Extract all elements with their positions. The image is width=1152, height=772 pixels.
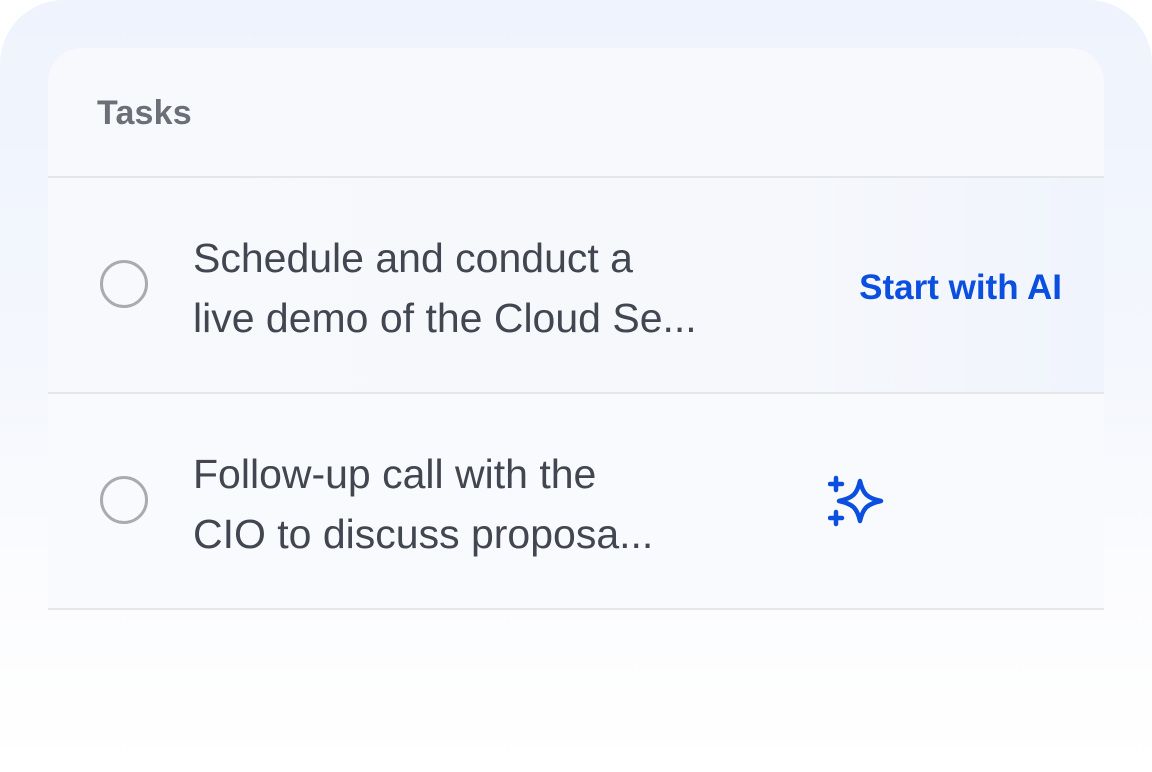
tasks-card-header: Tasks <box>48 48 1104 178</box>
task-complete-radio[interactable] <box>100 260 148 308</box>
sparkle-icon[interactable] <box>828 472 888 532</box>
task-title[interactable]: Follow-up call with the CIO to discuss p… <box>193 444 753 564</box>
task-title-line: Follow-up call with the <box>193 451 597 497</box>
task-title-line: live demo of the Cloud Se... <box>193 295 697 341</box>
start-with-ai-button[interactable]: Start with AI <box>859 268 1062 308</box>
tasks-card: Tasks Schedule and conduct a live demo o… <box>48 48 1104 610</box>
task-row[interactable]: Follow-up call with the CIO to discuss p… <box>48 394 1104 610</box>
task-title-line: CIO to discuss proposa... <box>193 511 654 557</box>
task-row[interactable]: Schedule and conduct a live demo of the … <box>48 178 1104 394</box>
task-title-line: Schedule and conduct a <box>193 235 633 281</box>
tasks-card-title: Tasks <box>97 94 192 132</box>
task-title[interactable]: Schedule and conduct a live demo of the … <box>193 228 753 348</box>
app-background: Tasks Schedule and conduct a live demo o… <box>0 0 1152 772</box>
task-complete-radio[interactable] <box>100 476 148 524</box>
